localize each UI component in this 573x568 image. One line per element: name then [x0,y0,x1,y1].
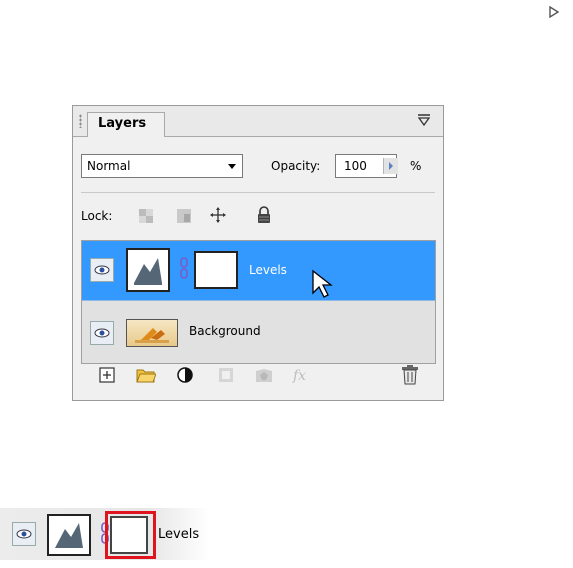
chevron-down-icon [228,164,236,169]
panel-grip[interactable] [79,114,82,128]
layer-name-levels: Levels [249,263,287,277]
background-layer-thumbnail[interactable] [126,319,178,347]
levels-adjustment-thumbnail[interactable] [126,248,170,292]
panel-tabstrip: Layers [73,106,443,137]
fill-layer-icon[interactable] [254,366,274,384]
adjustment-layer-icon[interactable] [176,366,194,384]
mask-highlight-box [105,511,156,559]
lock-position-icon[interactable] [210,207,226,223]
opacity-slider-arrow-icon[interactable] [383,158,398,174]
blend-mode-value: Normal [87,159,131,173]
opacity-percent: % [410,159,422,173]
lock-label: Lock: [81,209,113,223]
layer-row-levels[interactable]: Levels [82,241,435,301]
zoomed-layer-strip: Levels [0,508,210,560]
levels-adjustment-thumbnail [47,514,91,556]
svg-text:fx: fx [292,368,306,384]
layer-name-background: Background [189,324,261,338]
link-chain-icon[interactable] [178,257,190,279]
blend-mode-select[interactable]: Normal [81,154,243,178]
mouse-cursor-icon [312,269,333,298]
divider [81,192,435,193]
layer-mask-thumbnail[interactable] [194,251,238,289]
add-mask-icon[interactable] [217,366,235,384]
layers-list: Levels Background [81,240,436,364]
layers-panel: Layers Normal Opacity: 100 % Lock: Level… [72,105,444,401]
layer-name-levels: Levels [158,527,200,542]
visibility-eye-icon [12,522,36,546]
panel-menu-icon[interactable] [416,113,432,127]
fx-icon[interactable]: fx [291,366,315,384]
layer-row-background[interactable]: Background [82,301,435,363]
new-group-icon[interactable] [136,366,156,384]
tab-layers[interactable]: Layers [87,112,165,137]
visibility-eye-icon[interactable] [90,321,114,345]
opacity-value: 100 [344,159,367,173]
lock-pixels-icon[interactable] [176,208,192,224]
tab-layers-label: Layers [98,116,147,131]
visibility-eye-icon[interactable] [90,258,114,282]
opacity-label: Opacity: [271,159,321,173]
new-layer-icon[interactable] [98,366,116,384]
trash-icon[interactable] [400,364,420,386]
lock-transparency-icon[interactable] [138,208,154,224]
lock-all-icon[interactable] [256,206,272,224]
play-icon[interactable] [547,5,561,19]
